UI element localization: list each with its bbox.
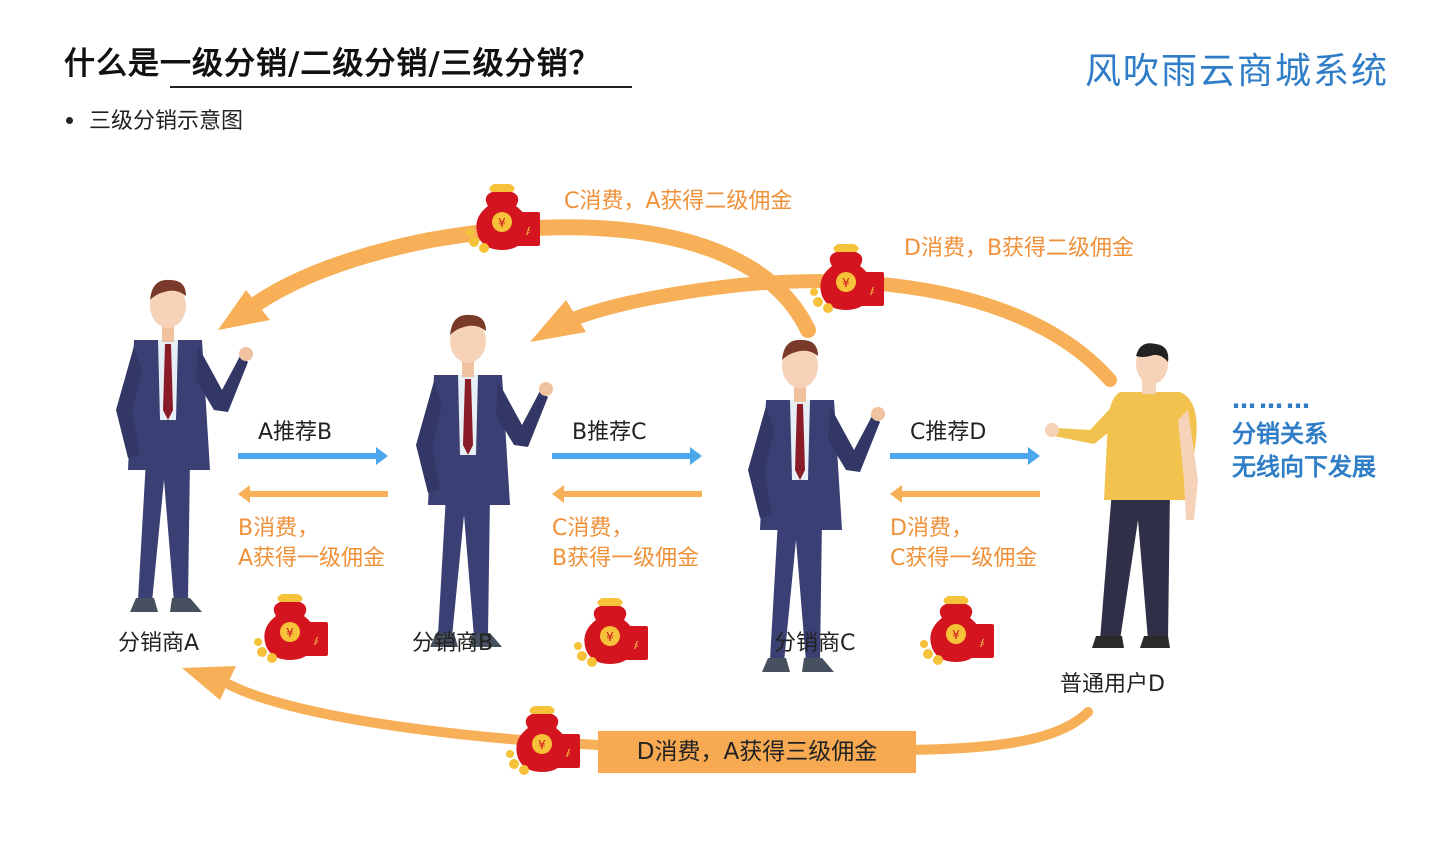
money-bag-icon (574, 598, 648, 667)
person-a-icon (116, 279, 253, 612)
arrow-recommend-bc (552, 447, 702, 465)
arrow-recommend-cd (890, 447, 1040, 465)
side-note: 分销关系 无线向下发展 (1232, 418, 1376, 484)
arrow-commission-ba (238, 485, 388, 503)
arrow-commission-cb (552, 485, 702, 503)
commission-label-line: B消费， (238, 516, 320, 541)
money-bag-icon (466, 184, 540, 253)
commission-label-line: B获得一级佣金 (552, 546, 700, 571)
commission-label-line: D消费， (890, 516, 973, 541)
commission-level2-db: D消费，B获得二级佣金 (904, 236, 1135, 261)
side-note-line2: 无线向下发展 (1232, 453, 1376, 481)
commission-label-line: A获得一级佣金 (238, 546, 386, 571)
arrow-commission-dc (890, 485, 1040, 503)
money-bag-icon (254, 594, 328, 663)
ellipsis-dots: ……… (1232, 386, 1313, 414)
node-label-b: 分销商B (412, 631, 494, 656)
person-d-icon (1045, 343, 1198, 648)
commission-label-line: C获得一级佣金 (890, 546, 1038, 571)
money-bag-icon (920, 596, 994, 665)
commission-level3-box: D消费，A获得三级佣金 (598, 731, 916, 773)
node-label-c: 分销商C (774, 631, 856, 656)
side-note-line1: 分销关系 (1232, 420, 1328, 448)
commission-level2-ca: C消费，A获得二级佣金 (564, 189, 793, 214)
node-label-a: 分销商A (118, 631, 200, 656)
commission-label-ab: B消费， A获得一级佣金 (238, 514, 385, 574)
arc-d-to-b-head (530, 300, 586, 342)
node-label-d: 普通用户D (1060, 672, 1165, 697)
recommend-label-bc: B推荐C (572, 420, 647, 445)
commission-label-cd: D消费， C获得一级佣金 (890, 514, 1037, 574)
arc-d-to-a-head (182, 666, 236, 700)
recommend-label-cd: C推荐D (910, 420, 987, 445)
person-c-icon (748, 339, 885, 672)
commission-label-bc: C消费， B获得一级佣金 (552, 514, 699, 574)
person-b-icon (416, 314, 553, 647)
arrow-recommend-ab (238, 447, 388, 465)
recommend-label-ab: A推荐B (258, 420, 333, 445)
commission-label-line: C消费， (552, 516, 634, 541)
